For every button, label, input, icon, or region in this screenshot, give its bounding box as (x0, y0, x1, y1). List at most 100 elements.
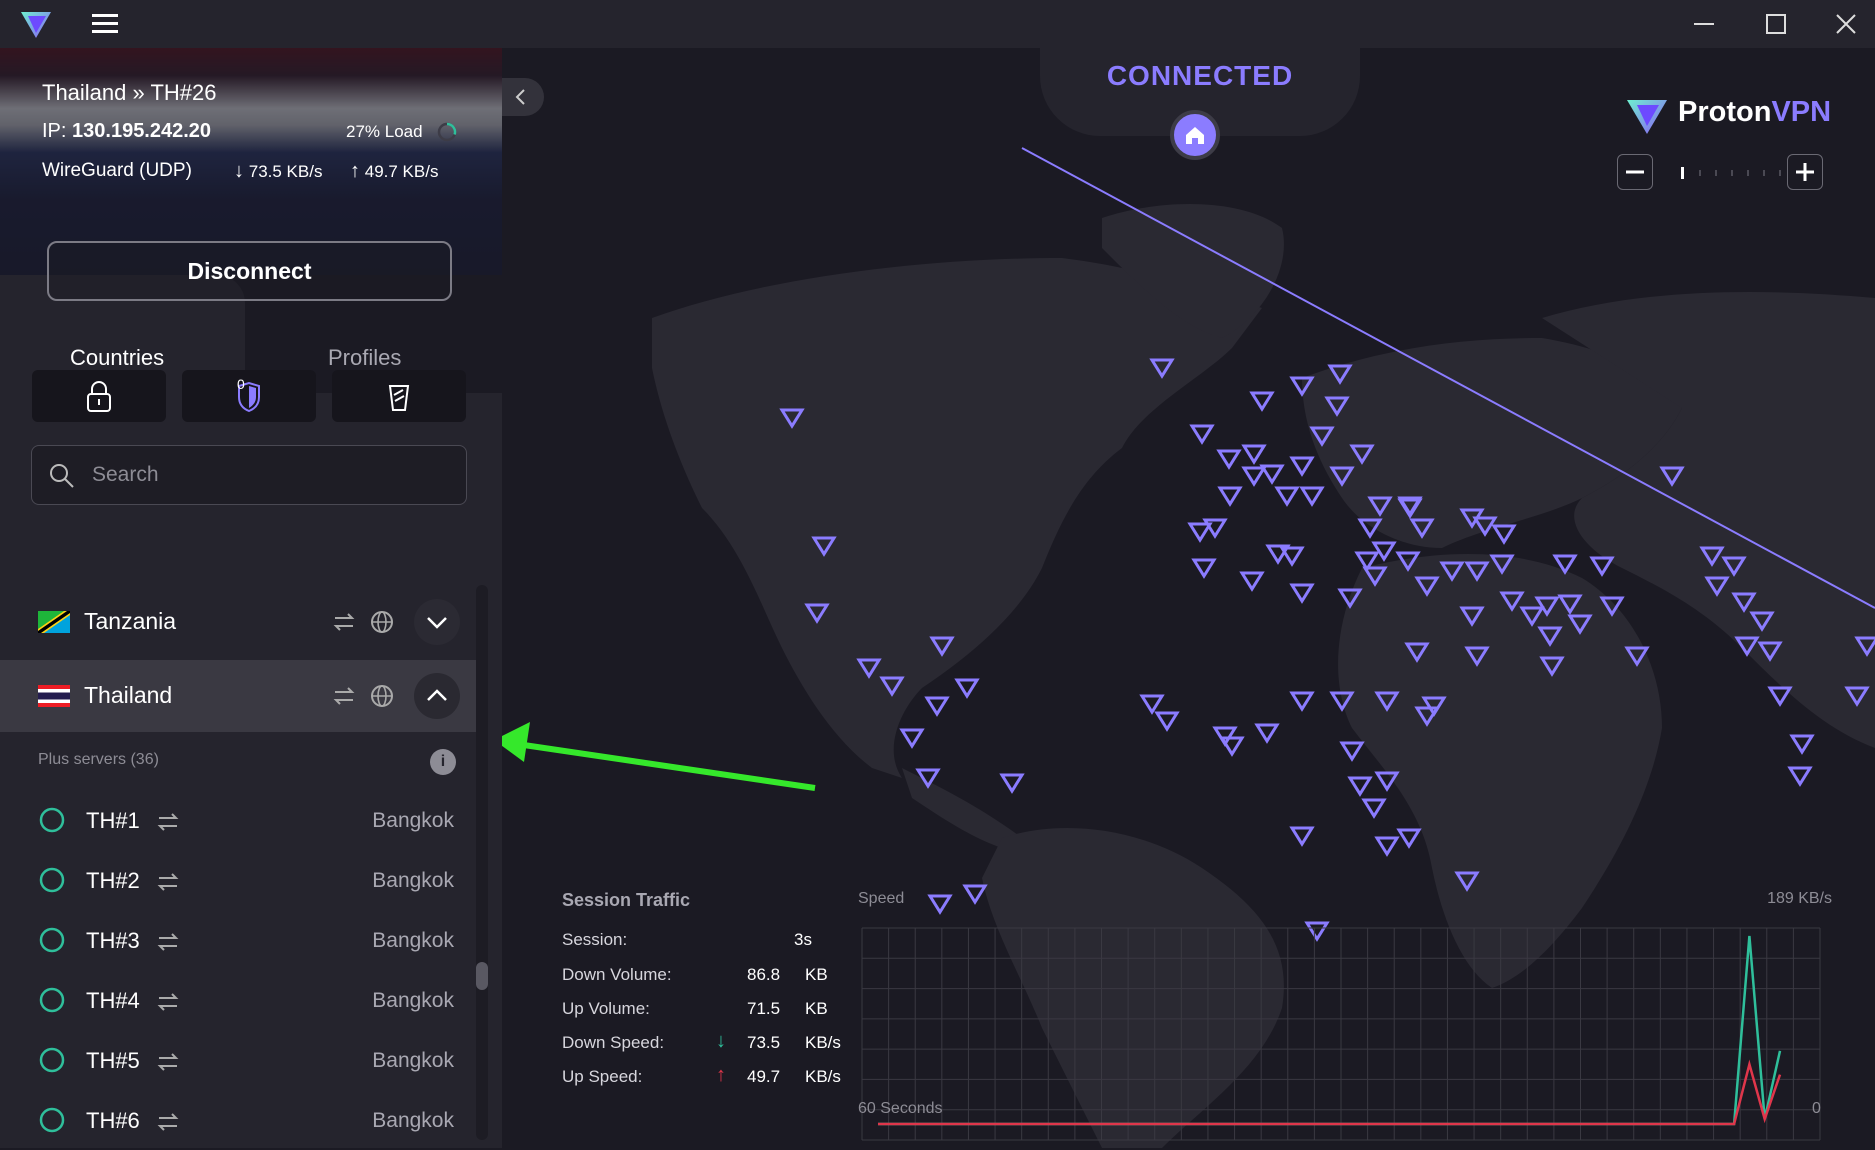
down-speed-label: Down Speed: (562, 1033, 665, 1052)
minimize-icon[interactable] (1676, 4, 1732, 44)
collapse-sidebar-button[interactable] (502, 78, 544, 116)
session-traffic-title: Session Traffic (562, 890, 691, 910)
speed-chart-x-left: 60 Seconds (858, 1100, 943, 1117)
server-city: Bangkok (372, 929, 454, 952)
server-name: TH#4 (86, 988, 140, 1013)
tab-profiles[interactable]: Profiles (328, 345, 401, 371)
connection-status: CONNECTED (1106, 60, 1294, 91)
server-row[interactable]: TH#3 Bangkok (0, 910, 478, 970)
expand-chevron-down-icon[interactable] (414, 599, 460, 645)
annotation-arrow-icon (502, 722, 816, 791)
up-volume-value: 71.5 (747, 999, 781, 1018)
globe-icon (371, 611, 393, 633)
server-city: Bangkok (372, 1109, 454, 1132)
disconnect-button[interactable]: Disconnect (47, 241, 452, 301)
search-icon (50, 464, 74, 488)
home-marker-icon[interactable] (1170, 110, 1220, 160)
p2p-arrows-icon (157, 1113, 179, 1131)
upload-rate: ↑ 49.7 KB/s (350, 160, 439, 182)
close-icon[interactable] (1818, 4, 1874, 44)
load-circle-icon (39, 807, 65, 833)
server-row[interactable]: TH#5 Bangkok (0, 1030, 478, 1090)
down-speed-arrow-icon: ↓ (716, 1030, 726, 1052)
arrow-up-icon: ↑ (350, 160, 360, 182)
p2p-arrows-icon (157, 873, 179, 891)
scrollbar-thumb[interactable] (476, 962, 488, 990)
load-circle-icon (39, 867, 65, 893)
speed-chart (861, 927, 1821, 1141)
arrow-down-icon: ↓ (234, 160, 244, 182)
down-volume-value: 86.8 (747, 965, 781, 984)
p2p-arrows-icon (157, 1053, 179, 1071)
ip-value: 130.195.242.20 (72, 120, 212, 142)
session-label: Session: (562, 930, 628, 949)
title-bar (0, 0, 1875, 48)
ip-address: IP: 130.195.242.20 (42, 120, 211, 143)
p2p-arrows-icon (157, 993, 179, 1011)
up-speed-label: Up Speed: (562, 1067, 643, 1086)
upload-speed-line (878, 1059, 1782, 1126)
server-group-label: Plus servers (36) (38, 751, 159, 768)
download-speed-line (878, 935, 1782, 1126)
country-row-tanzania[interactable]: Tanzania (0, 586, 478, 658)
maximize-icon[interactable] (1748, 4, 1804, 44)
p2p-arrows-icon (333, 613, 355, 631)
secure-core-filter-button[interactable] (32, 370, 166, 422)
world-map[interactable]: CONNECTED ProtonVPN Session Traffic Sess… (502, 48, 1875, 1148)
down-volume-unit: KB (805, 965, 828, 984)
scrollbar[interactable] (476, 585, 488, 1140)
p2p-arrows-icon (157, 933, 179, 951)
speed-chart-max: 189 KB/s (1767, 890, 1832, 907)
p2p-arrows-icon (333, 687, 355, 705)
down-speed-unit: KB/s (805, 1033, 841, 1052)
search-input[interactable]: Search (31, 445, 467, 505)
p2p-filter-button[interactable] (332, 370, 466, 422)
server-name: TH#3 (86, 928, 140, 953)
server-row[interactable]: TH#1 Bangkok (0, 790, 478, 850)
session-value: 3s (794, 930, 812, 949)
plus-icon (1796, 163, 1814, 181)
connection-location: Thailand » TH#26 (42, 80, 217, 105)
server-load: 27% Load (346, 122, 423, 141)
shield-icon (238, 381, 260, 413)
protonvpn-brand-icon (1627, 100, 1667, 134)
zoom-in-button[interactable] (1787, 154, 1823, 190)
country-list: Tanzania Thailand Plus servers (36) i TH… (0, 535, 502, 1133)
server-row[interactable]: TH#2 Bangkok (0, 850, 478, 910)
load-circle-icon (39, 927, 65, 953)
zoom-out-button[interactable] (1617, 154, 1653, 190)
protonvpn-logo-icon[interactable] (18, 6, 54, 42)
speed-chart-x-right: 0 (1812, 1100, 1821, 1117)
ip-label: IP: (42, 120, 67, 142)
netshield-count: 0 (237, 376, 245, 392)
tab-countries-label[interactable]: Countries (70, 345, 164, 371)
globe-icon (371, 685, 393, 707)
country-row-thailand[interactable]: Thailand (0, 660, 478, 732)
load-circle-icon (436, 121, 458, 148)
tanzania-flag-icon (38, 611, 70, 633)
server-name: TH#6 (86, 1108, 140, 1133)
zoom-slider[interactable] (1677, 162, 1787, 184)
tag-icon (388, 385, 410, 411)
server-row[interactable]: TH#6 Bangkok (0, 1090, 478, 1150)
up-speed-unit: KB/s (805, 1067, 841, 1086)
country-name: Tanzania (84, 608, 177, 634)
minus-icon (1626, 170, 1644, 174)
download-rate: ↓ 73.5 KB/s (234, 160, 323, 182)
server-city: Bangkok (372, 989, 454, 1012)
load-circle-icon (39, 987, 65, 1013)
server-city: Bangkok (372, 869, 454, 892)
server-name: TH#1 (86, 808, 140, 833)
up-volume-label: Up Volume: (562, 999, 650, 1018)
info-icon[interactable]: i (430, 749, 456, 775)
brand-name-proton: Proton (1678, 96, 1772, 128)
menu-icon[interactable] (88, 8, 122, 40)
server-row[interactable]: TH#4 Bangkok (0, 970, 478, 1030)
brand-name-vpn: VPN (1771, 96, 1832, 128)
netshield-filter-button[interactable]: 0 (182, 370, 316, 422)
up-speed-arrow-icon: ↑ (716, 1064, 726, 1086)
p2p-arrows-icon (157, 813, 179, 831)
load-circle-icon (39, 1047, 65, 1073)
collapse-chevron-up-icon[interactable] (414, 673, 460, 719)
down-volume-label: Down Volume: (562, 965, 672, 984)
